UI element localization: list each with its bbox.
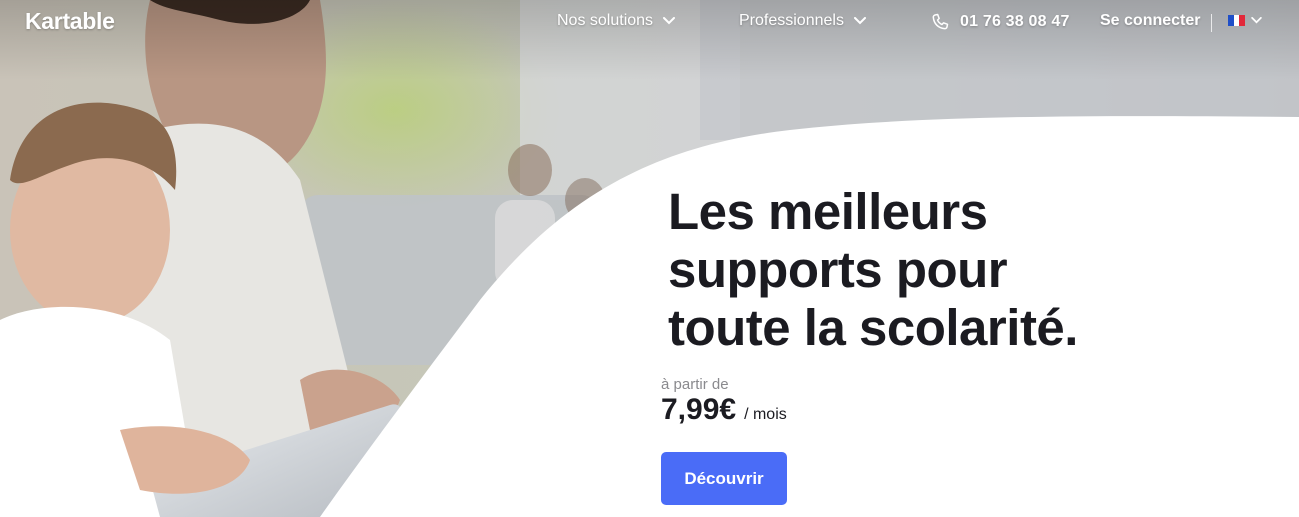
price-amount: 7,99€ [661, 393, 737, 426]
discover-button[interactable]: Découvrir [661, 452, 787, 505]
nav-solutions-label: Nos solutions [557, 12, 654, 29]
hero-section: Kartable Nos solutions Professionnels 01… [0, 0, 1299, 517]
price-unit: / mois [744, 406, 787, 423]
nav-solutions-dropdown[interactable]: Nos solutions [557, 12, 676, 30]
headline-line: Les meilleurs [668, 183, 988, 240]
headline-line: supports pour [668, 241, 1008, 298]
price-prefix: à partir de [661, 376, 729, 393]
brand-logo[interactable]: Kartable [25, 8, 115, 35]
price: 7,99€ / mois [661, 393, 787, 427]
hero-content: Les meilleurs supports pour toute la sco… [661, 0, 1281, 517]
hero-headline: Les meilleurs supports pour toute la sco… [668, 183, 1078, 357]
headline-line: toute la scolarité. [668, 299, 1078, 356]
